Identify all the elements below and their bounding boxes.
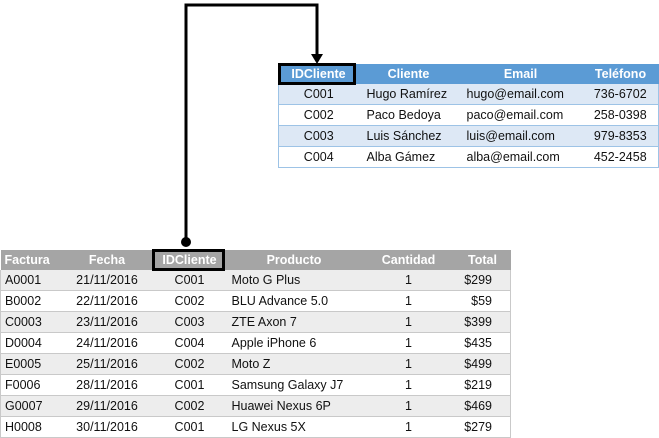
invoices-cell: 1: [362, 353, 455, 375]
invoices-cell: $399: [454, 311, 511, 333]
invoices-row: B0002 22/11/2016 C002 BLU Advance 5.0 1 $59: [0, 290, 511, 312]
clients-row: C004 Alba Gámez alba@email.com 452-2458: [278, 146, 659, 168]
clients-cell: 452-2458: [582, 146, 659, 168]
invoices-body: A0001 21/11/2016 C001 Moto G Plus 1 $299 B0002…: [0, 270, 511, 438]
invoices-header-cell: IDCliente: [153, 250, 226, 270]
invoices-cell: 1: [362, 311, 455, 333]
invoices-cell: $299: [454, 270, 511, 291]
invoices-cell: Moto Z: [225, 353, 363, 375]
invoices-cell: C001: [153, 270, 226, 291]
invoices-row: A0001 21/11/2016 C001 Moto G Plus 1 $299: [0, 270, 511, 291]
invoices-row: E0005 25/11/2016 C002 Moto Z 1 $499: [0, 353, 511, 375]
invoices-cell: 30/11/2016: [60, 416, 154, 438]
invoices-cell: C002: [153, 395, 226, 417]
invoices-cell: 24/11/2016: [60, 332, 154, 354]
invoices-header-cell: Producto: [225, 250, 363, 270]
clients-cell: C004: [278, 146, 359, 168]
invoices-row: D0004 24/11/2016 C004 Apple iPhone 6 1 $435: [0, 332, 511, 354]
invoices-cell: 28/11/2016: [60, 374, 154, 396]
clients-cell: alba@email.com: [458, 146, 583, 168]
invoices-row: C0003 23/11/2016 C003 ZTE Axon 7 1 $399: [0, 311, 511, 333]
invoices-cell: $435: [454, 332, 511, 354]
connector-origin-dot: [181, 237, 191, 247]
clients-row: C001 Hugo Ramírez hugo@email.com 736-670…: [278, 84, 659, 105]
invoices-row: H0008 30/11/2016 C001 LG Nexus 5X 1 $279: [0, 416, 511, 438]
clients-cell: Paco Bedoya: [358, 104, 459, 126]
clients-header-cell: Email: [458, 64, 583, 84]
clients-table: IDCliente Cliente Email Teléfono C001 Hu…: [278, 64, 659, 168]
clients-row: C003 Luis Sánchez luis@email.com 979-835…: [278, 125, 659, 147]
invoices-cell: C001: [153, 374, 226, 396]
invoices-cell: $219: [454, 374, 511, 396]
invoices-cell: $499: [454, 353, 511, 375]
clients-header-cell: Teléfono: [582, 64, 659, 84]
invoices-cell: 1: [362, 290, 455, 312]
clients-cell: C001: [278, 84, 359, 105]
clients-header-cell: Cliente: [358, 64, 459, 84]
invoices-cell: 23/11/2016: [60, 311, 154, 333]
invoices-cell: 25/11/2016: [60, 353, 154, 375]
clients-cell: C003: [278, 125, 359, 147]
invoices-cell: $469: [454, 395, 511, 417]
invoices-row: G0007 29/11/2016 C002 Huawei Nexus 6P 1 $469: [0, 395, 511, 417]
invoices-cell: F0006: [0, 374, 61, 396]
invoices-cell: Moto G Plus: [225, 270, 363, 291]
invoices-header-cell: Cantidad: [362, 250, 455, 270]
clients-cell: Alba Gámez: [358, 146, 459, 168]
clients-header-cell: IDCliente: [278, 64, 359, 84]
invoices-row: F0006 28/11/2016 C001 Samsung Galaxy J7 1 $21…: [0, 374, 511, 396]
clients-cell: 736-6702: [582, 84, 659, 105]
clients-row: C002 Paco Bedoya paco@email.com 258-0398: [278, 104, 659, 126]
invoices-cell: 1: [362, 374, 455, 396]
invoices-cell: ZTE Axon 7: [225, 311, 363, 333]
invoices-cell: 1: [362, 416, 455, 438]
invoices-cell: D0004: [0, 332, 61, 354]
invoices-table: Factura Fecha IDCliente Producto Cantida…: [0, 250, 511, 438]
invoices-cell: C003: [153, 311, 226, 333]
clients-cell: Hugo Ramírez: [358, 84, 459, 105]
invoices-cell: A0001: [0, 270, 61, 291]
invoices-cell: $59: [454, 290, 511, 312]
invoices-cell: B0002: [0, 290, 61, 312]
invoices-cell: 22/11/2016: [60, 290, 154, 312]
invoices-cell: 1: [362, 270, 455, 291]
clients-cell: hugo@email.com: [458, 84, 583, 105]
invoices-cell: C0003: [0, 311, 61, 333]
invoices-cell: $279: [454, 416, 511, 438]
clients-cell: C002: [278, 104, 359, 126]
invoices-cell: C004: [153, 332, 226, 354]
clients-cell: paco@email.com: [458, 104, 583, 126]
invoices-cell: 1: [362, 395, 455, 417]
invoices-cell: C002: [153, 290, 226, 312]
invoices-header-cell: Fecha: [60, 250, 154, 270]
invoices-cell: 1: [362, 332, 455, 354]
invoices-cell: E0005: [0, 353, 61, 375]
invoices-cell: LG Nexus 5X: [225, 416, 363, 438]
invoices-cell: 29/11/2016: [60, 395, 154, 417]
invoices-cell: C002: [153, 353, 226, 375]
invoices-cell: H0008: [0, 416, 61, 438]
invoices-cell: Huawei Nexus 6P: [225, 395, 363, 417]
invoices-cell: C001: [153, 416, 226, 438]
clients-cell: 258-0398: [582, 104, 659, 126]
invoices-cell: Apple iPhone 6: [225, 332, 363, 354]
invoices-cell: G0007: [0, 395, 61, 417]
clients-cell: Luis Sánchez: [358, 125, 459, 147]
clients-cell: 979-8353: [582, 125, 659, 147]
invoices-header-row: Factura Fecha IDCliente Producto Cantida…: [0, 250, 511, 270]
invoices-cell: Samsung Galaxy J7: [225, 374, 363, 396]
clients-cell: luis@email.com: [458, 125, 583, 147]
invoices-header-cell: Factura: [0, 250, 61, 270]
invoices-cell: BLU Advance 5.0: [225, 290, 363, 312]
connector-arrowhead: [311, 54, 323, 64]
invoices-cell: 21/11/2016: [60, 270, 154, 291]
invoices-header-cell: Total: [454, 250, 511, 270]
clients-header-row: IDCliente Cliente Email Teléfono: [278, 64, 659, 84]
